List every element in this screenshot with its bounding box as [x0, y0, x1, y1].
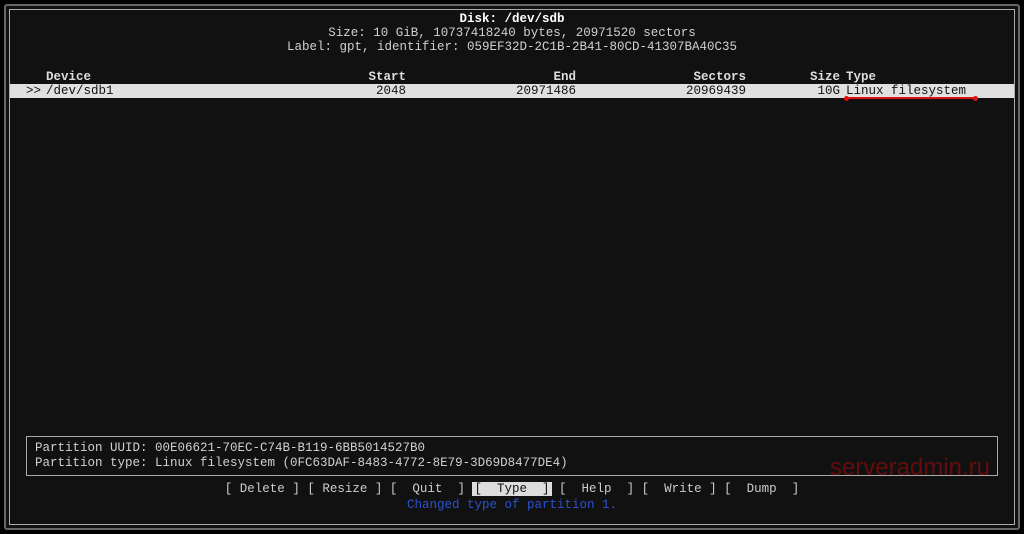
menu-delete[interactable]: [ Delete ]	[225, 482, 300, 496]
partition-row[interactable]: >> /dev/sdb1 2048 20971486 20969439 10G …	[10, 84, 1014, 98]
disk-size-line: Size: 10 GiB, 10737418240 bytes, 2097152…	[10, 26, 1014, 40]
partition-info-box: Partition UUID: 00E06621-70EC-C74B-B119-…	[26, 436, 998, 476]
col-start: Start	[276, 70, 406, 84]
terminal-box: Disk: /dev/sdb Size: 10 GiB, 10737418240…	[9, 9, 1015, 525]
column-headers: Device Start End Sectors Size Type	[10, 70, 1014, 84]
col-end: End	[406, 70, 576, 84]
disk-title: Disk: /dev/sdb	[10, 12, 1014, 26]
menu-resize[interactable]: [ Resize ]	[307, 482, 382, 496]
menu-type[interactable]: [ Type ]	[472, 482, 551, 496]
col-type: Type	[846, 70, 998, 84]
window-frame: Disk: /dev/sdb Size: 10 GiB, 10737418240…	[4, 4, 1020, 530]
col-device: Device	[46, 70, 276, 84]
disk-label-line: Label: gpt, identifier: 059EF32D-2C1B-2B…	[10, 40, 1014, 54]
menu-quit[interactable]: [ Quit ]	[390, 482, 465, 496]
row-size: 10G	[746, 84, 846, 98]
menu-dump[interactable]: [ Dump ]	[724, 482, 799, 496]
partition-uuid: Partition UUID: 00E06621-70EC-C74B-B119-…	[35, 441, 989, 456]
col-sectors: Sectors	[576, 70, 746, 84]
row-sectors: 20969439	[576, 84, 746, 98]
row-end: 20971486	[406, 84, 576, 98]
annotation-underline	[846, 97, 976, 99]
menu-bar: [ Delete ] [ Resize ] [ Quit ] [ Type ] …	[10, 482, 1014, 496]
menu-help[interactable]: [ Help ]	[559, 482, 634, 496]
disk-header: Disk: /dev/sdb Size: 10 GiB, 10737418240…	[10, 10, 1014, 54]
row-start: 2048	[276, 84, 406, 98]
row-marker: >>	[26, 84, 46, 98]
col-marker	[26, 70, 46, 84]
col-size: Size	[746, 70, 846, 84]
menu-write[interactable]: [ Write ]	[642, 482, 717, 496]
row-type: Linux filesystem	[846, 84, 998, 98]
row-device: /dev/sdb1	[46, 84, 276, 98]
partition-type-detail: Partition type: Linux filesystem (0FC63D…	[35, 456, 989, 471]
status-message: Changed type of partition 1.	[10, 498, 1014, 512]
row-type-text: Linux filesystem	[846, 84, 966, 98]
